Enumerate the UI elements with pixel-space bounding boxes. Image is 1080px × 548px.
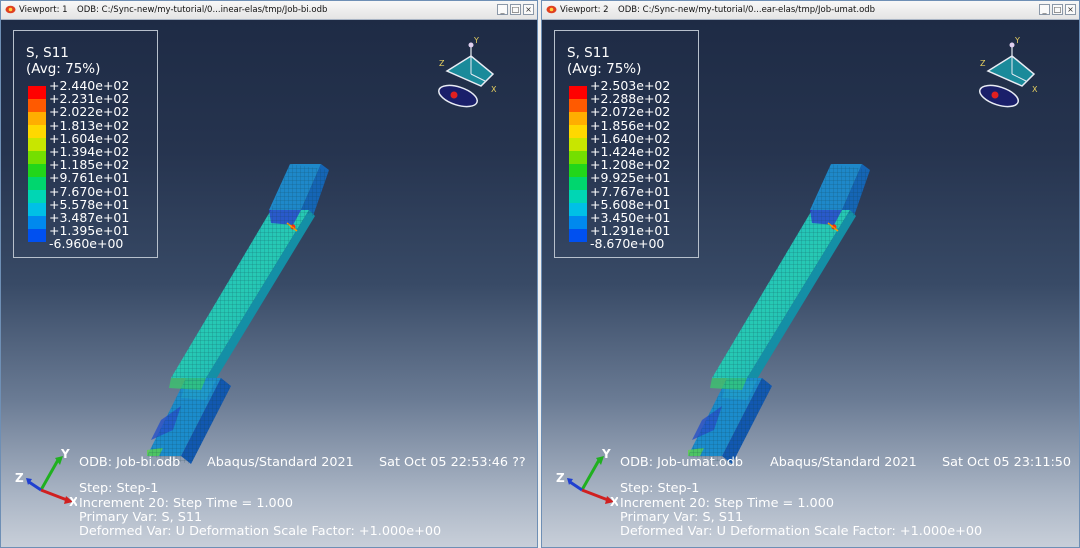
info-step: Step: Step-1 <box>79 481 159 496</box>
view-orientation-triad-icon[interactable]: Y Z X <box>962 34 1062 124</box>
legend-swatch <box>569 177 587 190</box>
info-date: Sat Oct 05 23:11:50 <box>942 455 1072 470</box>
viewport-title: Viewport: 2 <box>560 5 609 15</box>
legend-swatch <box>28 164 46 177</box>
restore-button[interactable]: □ <box>510 4 521 15</box>
legend-value: -8.670e+00 <box>590 236 665 252</box>
viewport-canvas[interactable]: S, S11 (Avg: 75%) +2.440e+02 +2.231e+02 … <box>1 20 537 547</box>
legend-value: +7.670e+01 <box>49 183 130 199</box>
legend-swatch <box>28 151 46 164</box>
legend-swatch <box>569 112 587 125</box>
legend-box: S, S11 (Avg: 75%) +2.440e+02 +2.231e+02 … <box>13 30 158 258</box>
triad-z-label: Z <box>439 59 445 68</box>
global-axes-icon: Y Z X <box>15 448 77 508</box>
info-solver: Abaqus/Standard 2021 <box>207 455 354 470</box>
legend-subtitle: (Avg: 75%) <box>26 61 101 77</box>
info-increment: Increment 20: Step Time = 1.000 <box>79 496 293 511</box>
legend-swatch <box>569 125 587 138</box>
restore-button[interactable]: □ <box>1052 4 1063 15</box>
legend-subtitle: (Avg: 75%) <box>567 61 642 77</box>
legend-swatch <box>569 216 587 229</box>
legend-value: +5.578e+01 <box>49 196 130 212</box>
viewport-titlebar[interactable]: Viewport: 2 ODB: C:/Sync-new/my-tutorial… <box>542 1 1079 20</box>
legend-value: +5.608e+01 <box>590 196 671 212</box>
legend-swatch <box>28 203 46 216</box>
legend-value: +2.072e+02 <box>590 104 671 120</box>
legend-swatch <box>569 151 587 164</box>
viewport-eye-icon <box>546 5 557 14</box>
axis-x-label: X <box>610 495 618 508</box>
legend-box: S, S11 (Avg: 75%) +2.503e+02 +2.288e+02 … <box>554 30 699 258</box>
info-odb: ODB: Job-bi.odb <box>79 455 181 470</box>
legend-swatch <box>28 216 46 229</box>
legend-swatch <box>569 99 587 112</box>
triad-z-label: Z <box>980 59 986 68</box>
legend-swatch <box>28 177 46 190</box>
legend-value: +2.022e+02 <box>49 104 130 120</box>
legend-value: -6.960e+00 <box>49 236 124 252</box>
legend-swatch <box>28 138 46 151</box>
axis-y-label: Y <box>60 448 70 461</box>
legend-swatch <box>569 138 587 151</box>
legend-value: +7.767e+01 <box>590 183 671 199</box>
viewport-titlebar[interactable]: Viewport: 1 ODB: C:/Sync-new/my-tutorial… <box>1 1 537 20</box>
legend-value: +9.925e+01 <box>590 170 671 186</box>
legend-value: +1.604e+02 <box>49 130 130 146</box>
viewport-odb-path: ODB: C:/Sync-new/my-tutorial/0...inear-e… <box>77 5 328 15</box>
info-primary-var: Primary Var: S, S11 <box>79 510 203 525</box>
axis-x-label: X <box>69 495 77 508</box>
legend-swatch <box>28 229 46 242</box>
legend-swatch <box>28 99 46 112</box>
legend-swatch <box>569 190 587 203</box>
axis-z-label: Z <box>556 471 565 485</box>
legend-swatch <box>28 125 46 138</box>
info-solver: Abaqus/Standard 2021 <box>770 455 917 470</box>
info-deformed-var: Deformed Var: U Deformation Scale Factor… <box>620 524 983 539</box>
info-deformed-var: Deformed Var: U Deformation Scale Factor… <box>79 524 442 539</box>
viewport-title: Viewport: 1 <box>19 5 68 15</box>
view-orientation-triad-icon[interactable]: Y Z X <box>421 34 521 124</box>
info-increment: Increment 20: Step Time = 1.000 <box>620 496 834 511</box>
triad-y-label: Y <box>1014 36 1020 45</box>
minimize-button[interactable]: _ <box>1039 4 1050 15</box>
info-primary-var: Primary Var: S, S11 <box>620 510 744 525</box>
legend-swatch <box>569 86 587 99</box>
viewport-1[interactable]: Viewport: 1 ODB: C:/Sync-new/my-tutorial… <box>0 0 538 548</box>
legend-value: +1.813e+02 <box>49 117 130 133</box>
global-axes-icon: Y Z X <box>556 448 618 508</box>
legend-color-bar <box>28 86 46 242</box>
axis-y-label: Y <box>601 448 611 461</box>
viewport-eye-icon <box>5 5 16 14</box>
legend-color-bar <box>569 86 587 242</box>
legend-swatch <box>28 112 46 125</box>
axis-z-label: Z <box>15 471 24 485</box>
legend-title: S, S11 <box>26 45 69 61</box>
close-button[interactable]: × <box>523 4 534 15</box>
legend-swatch <box>569 203 587 216</box>
legend-swatch <box>569 164 587 177</box>
triad-x-label: X <box>491 85 497 94</box>
info-step: Step: Step-1 <box>620 481 700 496</box>
legend-swatch <box>28 86 46 99</box>
legend-value: +1.856e+02 <box>590 117 671 133</box>
info-odb: ODB: Job-umat.odb <box>620 455 744 470</box>
legend-value: +1.640e+02 <box>590 130 671 146</box>
minimize-button[interactable]: _ <box>497 4 508 15</box>
legend-swatch <box>569 229 587 242</box>
triad-y-label: Y <box>473 36 479 45</box>
legend-swatch <box>28 190 46 203</box>
viewport-2[interactable]: Viewport: 2 ODB: C:/Sync-new/my-tutorial… <box>541 0 1080 548</box>
viewport-odb-path: ODB: C:/Sync-new/my-tutorial/0...ear-ela… <box>618 5 876 15</box>
triad-x-label: X <box>1032 85 1038 94</box>
close-button[interactable]: × <box>1065 4 1076 15</box>
legend-value: +9.761e+01 <box>49 170 130 186</box>
viewport-canvas[interactable]: S, S11 (Avg: 75%) +2.503e+02 +2.288e+02 … <box>542 20 1079 547</box>
legend-title: S, S11 <box>567 45 610 61</box>
info-date: Sat Oct 05 22:53:46 ?? <box>379 455 526 470</box>
